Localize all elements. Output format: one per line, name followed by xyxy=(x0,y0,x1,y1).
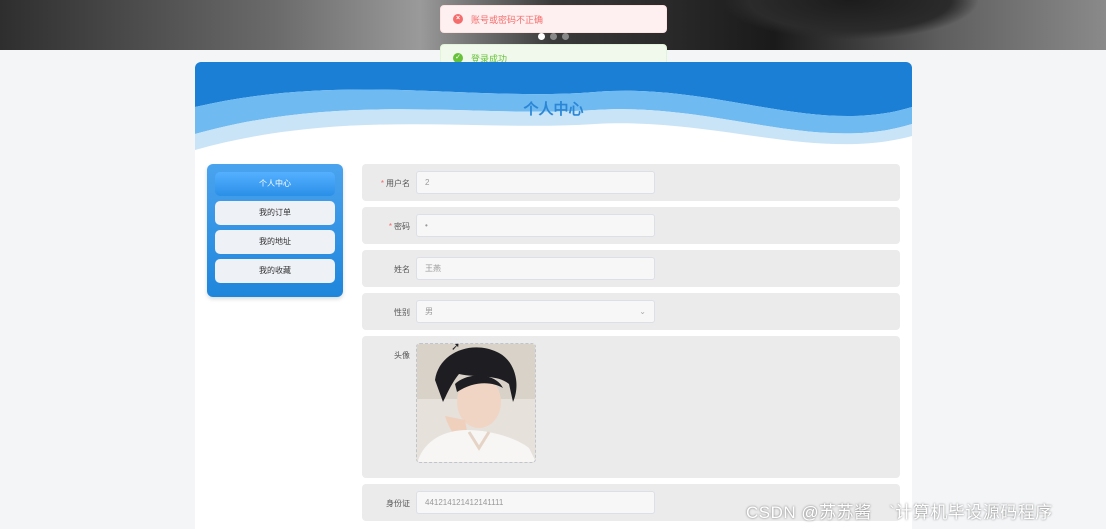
password-label: * 密码 xyxy=(388,222,410,231)
password-input[interactable]: • xyxy=(416,214,655,237)
username-label: * 用户名 xyxy=(380,179,410,188)
form-row-avatar: 头像 xyxy=(362,336,900,478)
close-circle-icon: × xyxy=(453,14,463,24)
form-row-gender: 性别 男 ⌄ xyxy=(362,293,900,330)
username-input[interactable]: 2 xyxy=(416,171,655,194)
chevron-down-icon: ⌄ xyxy=(639,307,646,316)
mouse-cursor-icon: ➚ xyxy=(451,341,461,353)
avatar-label: 头像 xyxy=(394,351,410,360)
carousel-dot-3[interactable] xyxy=(562,33,569,40)
sidebar-item-orders[interactable]: 我的订单 xyxy=(215,201,335,225)
sidebar-item-profile[interactable]: 个人中心 xyxy=(215,172,335,196)
form-row-password: * 密码 • xyxy=(362,207,900,244)
carousel-dot-1[interactable] xyxy=(538,33,545,40)
form-row-name: 姓名 王燕 xyxy=(362,250,900,287)
carousel-dots xyxy=(538,33,569,40)
card-header: 个人中心 xyxy=(195,62,912,154)
gender-label: 性别 xyxy=(394,308,410,317)
error-toast: × 账号或密码不正确 xyxy=(440,5,667,33)
name-label: 姓名 xyxy=(394,265,410,274)
gender-value: 男 xyxy=(425,307,433,316)
idcard-input[interactable]: 441214121412141111 xyxy=(416,491,655,514)
sidebar-item-addresses[interactable]: 我的地址 xyxy=(215,230,335,254)
avatar-upload[interactable] xyxy=(416,343,536,463)
sidebar-item-favorites[interactable]: 我的收藏 xyxy=(215,259,335,283)
watermark-text: CSDN @苏苏酱 `计算机毕设源码程序 xyxy=(746,503,1053,522)
form-row-username: * 用户名 2 xyxy=(362,164,900,201)
gender-select[interactable]: 男 ⌄ xyxy=(416,300,655,323)
sidebar-menu: 个人中心 我的订单 我的地址 我的收藏 xyxy=(207,164,343,297)
idcard-label: 身份证 xyxy=(386,499,410,508)
page-title: 个人中心 xyxy=(523,101,584,118)
profile-card: 个人中心 个人中心 我的订单 我的地址 我的收藏 * 用户名 2 * 密码 • 姓名… xyxy=(195,62,912,529)
carousel-dot-2[interactable] xyxy=(550,33,557,40)
avatar-image xyxy=(417,344,535,462)
banner-car-image xyxy=(720,0,980,40)
error-toast-text: 账号或密码不正确 xyxy=(471,14,544,25)
name-input[interactable]: 王燕 xyxy=(416,257,655,280)
